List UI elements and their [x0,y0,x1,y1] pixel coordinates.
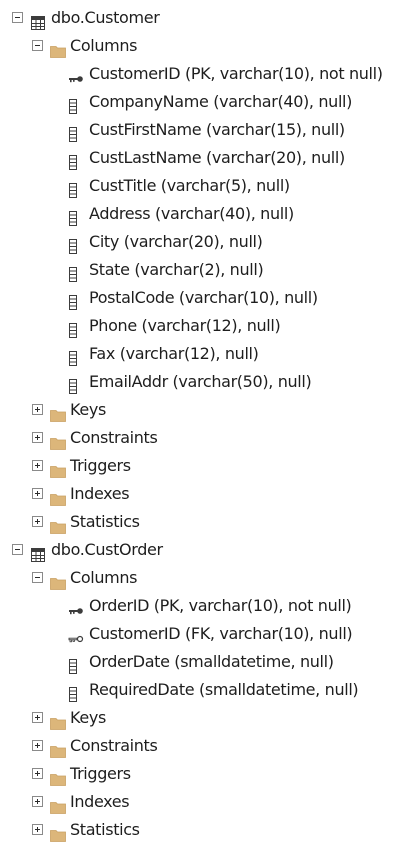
tree-node-label: City (varchar(20), null) [89,232,263,251]
tree-node-label: EmailAddr (varchar(50), null) [89,372,312,391]
expand-toggle-icon[interactable] [32,740,43,751]
tree-node-folder-triggers[interactable]: Triggers [0,452,411,480]
tree-node-folder-columns[interactable]: Columns [0,32,411,60]
tree-node-column[interactable]: CustomerID (PK, varchar(10), not null) [0,60,411,88]
tree-node-label: CustomerID (PK, varchar(10), not null) [89,64,383,83]
tree-node-label: Columns [70,36,138,55]
collapse-toggle-icon[interactable] [12,544,23,555]
tree-node-folder-indexes[interactable]: Indexes [0,788,411,816]
tree-node-label: CustTitle (varchar(5), null) [89,176,290,195]
expand-toggle-icon[interactable] [32,824,43,835]
tree-node-folder-constraints[interactable]: Constraints [0,424,411,452]
tree-node-label: CustLastName (varchar(20), null) [89,148,345,167]
tree-node-column[interactable]: OrderID (PK, varchar(10), not null) [0,592,411,620]
tree-node-folder-statistics[interactable]: Statistics [0,508,411,536]
tree-node-column[interactable]: Fax (varchar(12), null) [0,340,411,368]
tree-node-folder-statistics[interactable]: Statistics [0,816,411,844]
tree-node-label: Phone (varchar(12), null) [89,316,281,335]
tree-node-folder-triggers[interactable]: Triggers [0,760,411,788]
collapse-toggle-icon[interactable] [32,572,43,583]
tree-node-label: Constraints [70,428,158,447]
tree-node-label: OrderID (PK, varchar(10), not null) [89,596,352,615]
tree-node-column[interactable]: CustTitle (varchar(5), null) [0,172,411,200]
tree-node-label: CustomerID (FK, varchar(10), null) [89,624,353,643]
tree-node-folder-keys[interactable]: Keys [0,704,411,732]
expand-toggle-icon[interactable] [32,432,43,443]
expand-toggle-icon[interactable] [32,712,43,723]
folder-icon [50,823,66,851]
tree-node-label: CustFirstName (varchar(15), null) [89,120,345,139]
tree-node-label: Statistics [70,512,140,531]
tree-node-column[interactable]: OrderDate (smalldatetime, null) [0,648,411,676]
tree-node-folder-constraints[interactable]: Constraints [0,732,411,760]
tree-node-column[interactable]: RequiredDate (smalldatetime, null) [0,676,411,704]
tree-node-column[interactable]: CustFirstName (varchar(15), null) [0,116,411,144]
collapse-toggle-icon[interactable] [32,40,43,51]
collapse-toggle-icon[interactable] [12,12,23,23]
tree-node-label: Columns [70,568,138,587]
object-explorer-tree: dbo.Customer Columns CustomerID (PK, varch… [0,4,411,844]
expand-toggle-icon[interactable] [32,460,43,471]
tree-node-label: RequiredDate (smalldatetime, null) [89,680,359,699]
expand-toggle-icon[interactable] [32,404,43,415]
tree-node-column[interactable]: CompanyName (varchar(40), null) [0,88,411,116]
expand-toggle-icon[interactable] [32,768,43,779]
tree-node-folder-indexes[interactable]: Indexes [0,480,411,508]
tree-node-table-dbo-customer[interactable]: dbo.Customer [0,4,411,32]
tree-node-folder-columns[interactable]: Columns [0,564,411,592]
tree-node-label: Keys [70,400,106,419]
tree-node-label: Statistics [70,820,140,839]
tree-node-label: Indexes [70,484,130,503]
tree-node-column[interactable]: CustLastName (varchar(20), null) [0,144,411,172]
tree-node-label: Address (varchar(40), null) [89,204,294,223]
tree-node-column[interactable]: City (varchar(20), null) [0,228,411,256]
tree-node-column[interactable]: State (varchar(2), null) [0,256,411,284]
tree-node-label: Triggers [70,764,131,783]
tree-node-label: CompanyName (varchar(40), null) [89,92,353,111]
tree-node-folder-keys[interactable]: Keys [0,396,411,424]
tree-node-column[interactable]: EmailAddr (varchar(50), null) [0,368,411,396]
tree-node-label: PostalCode (varchar(10), null) [89,288,318,307]
tree-node-label: Triggers [70,456,131,475]
tree-node-table-dbo-custorder[interactable]: dbo.CustOrder [0,536,411,564]
expand-toggle-icon[interactable] [32,516,43,527]
tree-node-column[interactable]: Phone (varchar(12), null) [0,312,411,340]
tree-node-label: dbo.Customer [51,8,160,27]
tree-node-label: State (varchar(2), null) [89,260,264,279]
tree-node-label: Indexes [70,792,130,811]
tree-node-label: Fax (varchar(12), null) [89,344,259,363]
expand-toggle-icon[interactable] [32,488,43,499]
tree-node-column[interactable]: CustomerID (FK, varchar(10), null) [0,620,411,648]
expand-toggle-icon[interactable] [32,796,43,807]
tree-node-label: Constraints [70,736,158,755]
tree-node-column[interactable]: Address (varchar(40), null) [0,200,411,228]
tree-node-label: Keys [70,708,106,727]
tree-node-column[interactable]: PostalCode (varchar(10), null) [0,284,411,312]
tree-node-label: OrderDate (smalldatetime, null) [89,652,334,671]
tree-node-label: dbo.CustOrder [51,540,163,559]
